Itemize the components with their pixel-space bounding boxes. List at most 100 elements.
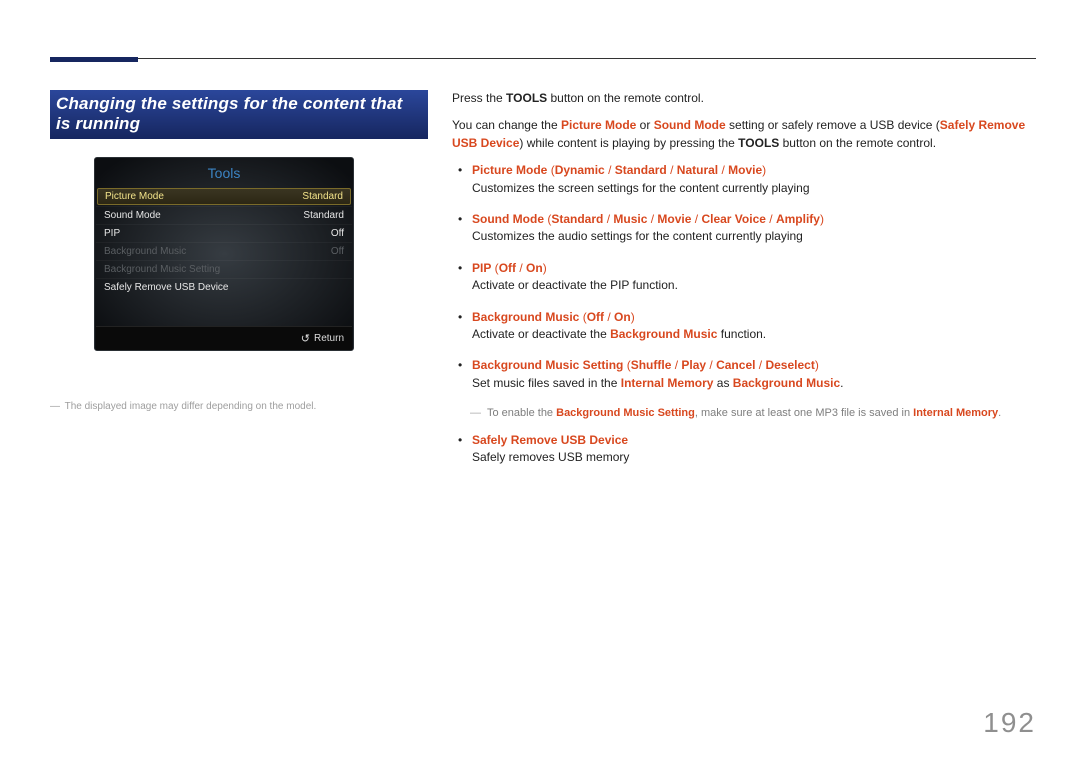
sep: / (706, 358, 716, 372)
tools-row-value: Standard (302, 191, 343, 202)
opt: Movie (728, 163, 762, 177)
paren: ) (543, 261, 547, 275)
keyword: Internal Memory (913, 407, 998, 419)
opt: Amplify (776, 212, 820, 226)
item-desc: Customizes the audio settings for the co… (472, 229, 803, 243)
return-label: Return (314, 333, 344, 344)
item-desc: Set music files saved in the Internal Me… (472, 376, 843, 390)
text: button on the remote control. (779, 136, 936, 150)
manual-page: Changing the settings for the content th… (0, 0, 1080, 525)
text: ) while content is playing by pressing t… (519, 136, 738, 150)
return-icon: ↺ (301, 332, 310, 345)
paren: ) (762, 163, 766, 177)
paren: ( (491, 261, 498, 275)
item-sound-mode: Sound Mode (Standard / Music / Movie / C… (472, 211, 1036, 246)
sep: / (603, 212, 613, 226)
columns: Changing the settings for the content th… (50, 90, 1036, 481)
sep: / (647, 212, 657, 226)
opt: Play (681, 358, 706, 372)
note: ― To enable the Background Music Setting… (470, 406, 1036, 422)
keyword: Background Music Setting (556, 407, 695, 419)
text: . (998, 407, 1001, 419)
image-footnote: ― The displayed image may differ dependi… (50, 401, 428, 412)
tools-row-pip[interactable]: PIP Off (96, 224, 352, 242)
tools-row-label: Safely Remove USB Device (104, 282, 229, 293)
opt: Movie (657, 212, 691, 226)
opt: Clear Voice (701, 212, 765, 226)
tools-row-label: Background Music Setting (104, 264, 220, 275)
item-name: PIP (472, 261, 491, 275)
tools-title: Tools (96, 159, 352, 187)
item-desc: Safely removes USB memory (472, 450, 629, 464)
text: You can change the (452, 118, 561, 132)
paren: ( (547, 163, 554, 177)
tools-keyword: TOOLS (738, 136, 779, 150)
tools-row-label: Sound Mode (104, 210, 161, 221)
text: Activate or deactivate the (472, 327, 610, 341)
tools-row-picture-mode[interactable]: Picture Mode Standard (97, 188, 351, 205)
item-desc: Customizes the screen settings for the c… (472, 181, 810, 195)
sep: / (718, 163, 728, 177)
sep: / (691, 212, 701, 226)
tools-row-safely-remove[interactable]: Safely Remove USB Device (96, 278, 352, 296)
opt: Standard (615, 163, 667, 177)
item-name: Picture Mode (472, 163, 547, 177)
opt: Music (613, 212, 647, 226)
item-desc: Activate or deactivate the Background Mu… (472, 327, 766, 341)
item-name: Background Music (472, 310, 579, 324)
tools-row-sound-mode[interactable]: Sound Mode Standard (96, 206, 352, 224)
opt: Natural (677, 163, 718, 177)
opt: Standard (551, 212, 603, 226)
page-number: 192 (983, 707, 1036, 739)
item-name: Background Music Setting (472, 358, 623, 372)
opt: Off (499, 261, 516, 275)
opt: Cancel (716, 358, 755, 372)
item-bg-music: Background Music (Off / On) Activate or … (472, 309, 1036, 344)
feature-list-2: Safely Remove USB Device Safely removes … (452, 432, 1036, 467)
tools-row-value: Off (331, 246, 344, 257)
feature-list: Picture Mode (Dynamic / Standard / Natur… (452, 162, 1036, 392)
sep: / (671, 358, 681, 372)
left-column: Changing the settings for the content th… (50, 90, 428, 481)
paren: ) (820, 212, 824, 226)
tools-row-label: PIP (104, 228, 120, 239)
opt: Dynamic (555, 163, 605, 177)
text: To enable the (487, 407, 556, 419)
opt: Off (587, 310, 604, 324)
sep: / (516, 261, 526, 275)
keyword: Background Music (610, 327, 717, 341)
sep: / (604, 310, 614, 324)
item-bg-music-setting: Background Music Setting (Shuffle / Play… (472, 357, 1036, 392)
tools-panel: Tools Picture Mode Standard Sound Mode S… (94, 157, 354, 351)
return-button[interactable]: ↺ Return (96, 326, 352, 350)
tools-row-label: Picture Mode (105, 191, 164, 202)
text: . (840, 376, 843, 390)
tools-row-value: Standard (303, 210, 344, 221)
item-name: Sound Mode (472, 212, 544, 226)
item-safely-remove: Safely Remove USB Device Safely removes … (472, 432, 1036, 467)
picture-mode-keyword: Picture Mode (561, 118, 636, 132)
text: function. (717, 327, 766, 341)
text: , make sure at least one MP3 file is sav… (695, 407, 913, 419)
paren: ( (579, 310, 586, 324)
text: button on the remote control. (547, 91, 704, 105)
right-column: Press the TOOLS button on the remote con… (452, 90, 1036, 481)
text: or (636, 118, 653, 132)
intro-line-2: You can change the Picture Mode or Sound… (452, 117, 1036, 152)
sound-mode-keyword: Sound Mode (654, 118, 726, 132)
opt: Deselect (765, 358, 814, 372)
footnote-text: The displayed image may differ depending… (65, 401, 317, 412)
item-picture-mode: Picture Mode (Dynamic / Standard / Natur… (472, 162, 1036, 197)
text: Set music files saved in the (472, 376, 621, 390)
dash-icon: ― (50, 401, 62, 412)
keyword: Background Music (733, 376, 840, 390)
tools-row-bg-music-setting: Background Music Setting (96, 260, 352, 278)
item-pip: PIP (Off / On) Activate or deactivate th… (472, 260, 1036, 295)
text: as (713, 376, 732, 390)
tools-row-value: Off (331, 228, 344, 239)
item-desc: Activate or deactivate the PIP function. (472, 278, 678, 292)
item-name: Safely Remove USB Device (472, 433, 628, 447)
paren: ) (815, 358, 819, 372)
keyword: Internal Memory (621, 376, 714, 390)
dash-icon: ― (470, 406, 481, 422)
